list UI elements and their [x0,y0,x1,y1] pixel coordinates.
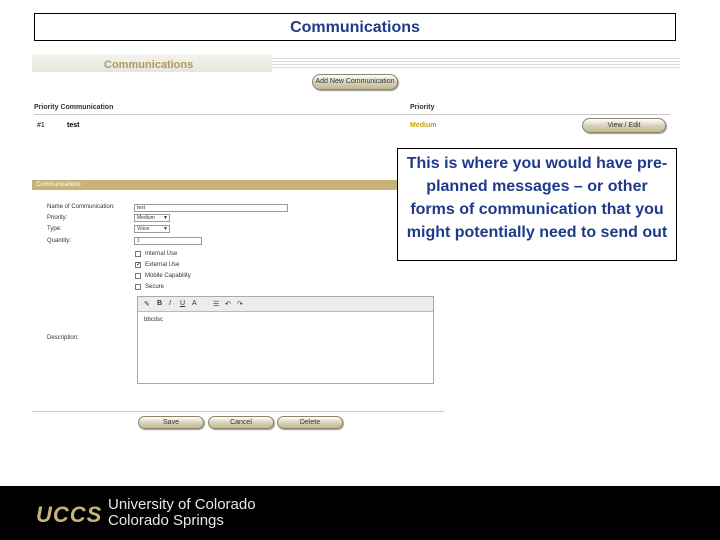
mobile-capability-checkbox[interactable] [135,273,141,279]
secure-label: Secure [145,284,165,290]
table-header: Priority Communication Priority [34,102,670,115]
priority-label: Priority: [47,215,68,221]
chevron-down-icon: ▼ [163,226,168,232]
name-input[interactable]: test [134,204,288,212]
row-priority: Medium [410,122,437,129]
description-editor[interactable]: ✎ B I U A ☰ ↶ ↷ bbcdsc [137,296,434,384]
university-line-1: University of Colorado [108,496,256,513]
callout-note: This is where you would have pre-planned… [397,148,677,261]
name-label: Name of Communication: [47,204,115,210]
bold-button[interactable]: B [157,300,162,307]
university-line-2: Colorado Springs [108,512,224,529]
form-header: Communications [32,180,442,190]
chevron-down-icon: ▼ [163,215,168,221]
mobile-capability-label: Mobile Capability [145,273,191,279]
column-header-priority: Priority [410,104,435,111]
type-value: Voice [137,226,150,232]
quantity-label: Quantity: [47,238,72,244]
row-number: #1 [37,122,45,129]
description-text: bbcdsc [144,317,164,323]
description-label: Description: [47,335,79,341]
list-icon[interactable]: ☰ [213,300,219,308]
redo-icon[interactable]: ↷ [237,300,243,308]
row-name: test [67,122,80,129]
delete-button[interactable]: Delete [277,416,343,429]
italic-button[interactable]: I [169,300,171,307]
priority-select[interactable]: Medium ▼ [134,214,170,222]
quantity-input[interactable]: 1 [134,237,202,245]
font-color-button[interactable]: A [192,300,197,307]
add-communication-button[interactable]: Add New Communication [312,74,398,90]
header-stripe [272,56,680,70]
save-button[interactable]: Save [138,416,204,429]
view-edit-button[interactable]: View / Edit [582,118,666,133]
secure-checkbox[interactable] [135,284,141,290]
underline-button[interactable]: U [180,300,185,307]
type-select[interactable]: Voice ▼ [134,225,170,233]
internal-use-checkbox[interactable] [135,251,141,257]
priority-value: Medium [137,215,155,221]
external-use-checkbox[interactable]: ✓ [135,262,141,268]
form-divider [32,411,444,412]
column-header-priority-communication: Priority Communication [34,104,114,111]
slide-title: Communications [34,13,676,41]
external-use-label: External Use [145,262,180,268]
undo-icon[interactable]: ↶ [225,300,231,308]
table-row[interactable]: #1 test Medium [34,122,670,134]
section-title: Communications [32,54,272,72]
university-name: University of Colorado Colorado Springs [108,497,256,529]
type-label: Type: [47,226,62,232]
clear-format-icon[interactable]: ✎ [144,300,150,308]
cancel-button[interactable]: Cancel [208,416,274,429]
internal-use-label: Internal Use [145,251,178,257]
uccs-logo: UCCS [36,502,103,527]
editor-toolbar: ✎ B I U A ☰ ↶ ↷ [138,297,433,312]
